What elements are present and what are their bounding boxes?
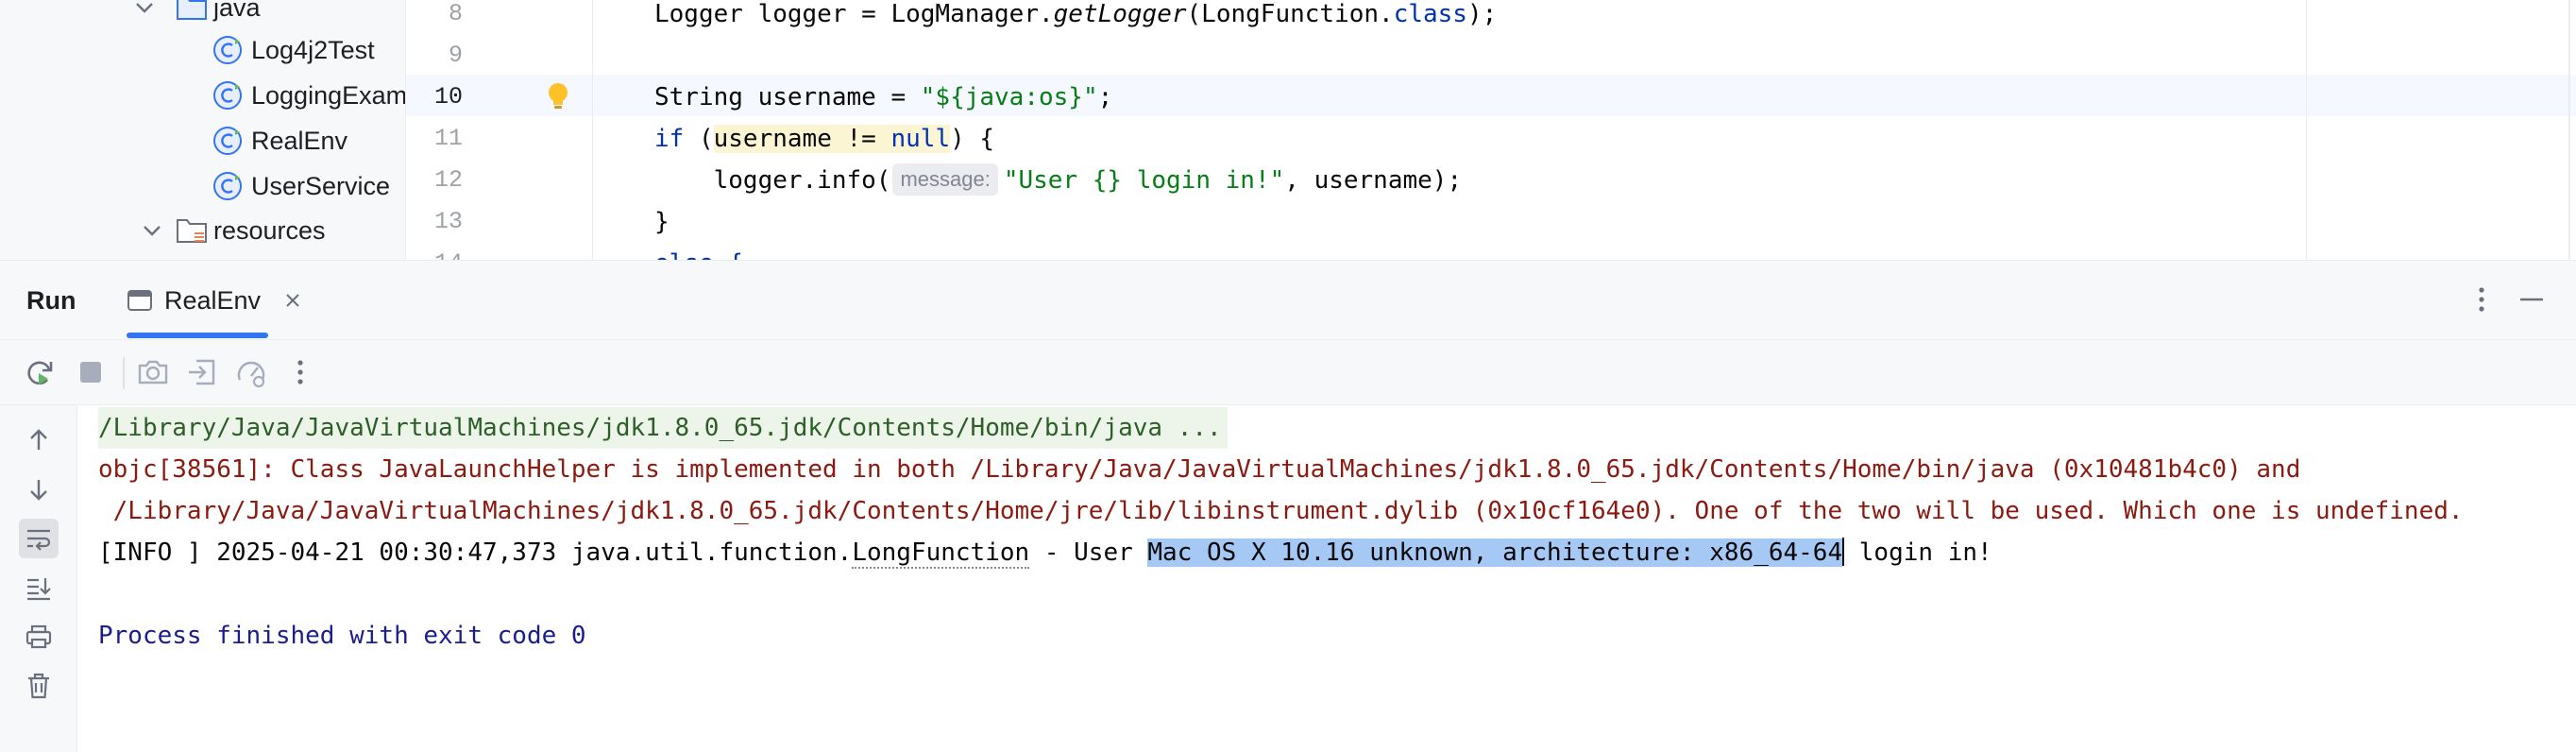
java-class-icon — [212, 79, 244, 111]
tree-item-label: LoggingExamp — [251, 80, 406, 110]
code-line-12: logger.info(message: "User {} login in!",… — [654, 160, 1462, 201]
minimize-icon[interactable] — [2516, 283, 2548, 316]
stop-icon[interactable] — [72, 353, 110, 391]
line-number: 10 — [433, 83, 463, 111]
arrow-down-icon[interactable] — [19, 470, 59, 509]
line-number: 12 — [433, 166, 463, 194]
gutter-separator — [592, 0, 593, 260]
source-folder-icon — [176, 0, 208, 21]
console-command-line[interactable]: /Library/Java/JavaVirtualMachines/jdk1.8… — [98, 407, 1228, 449]
chevron-down-icon[interactable] — [130, 0, 159, 22]
more-actions-icon[interactable] — [281, 353, 319, 391]
tree-folder-label: resources — [213, 215, 326, 245]
run-tab-label: RealEnv — [164, 285, 262, 315]
editor-scrollbar-track[interactable] — [2568, 0, 2570, 260]
more-options-icon[interactable] — [2466, 283, 2497, 316]
profiler-gauge-icon[interactable] — [232, 353, 270, 391]
tree-item-label: RealEnv — [251, 126, 348, 155]
intention-bulb-icon[interactable] — [546, 81, 570, 111]
line-number: 13 — [433, 208, 463, 235]
camera-icon[interactable] — [134, 353, 172, 391]
tree-item-class[interactable]: UserService — [212, 165, 390, 207]
active-tab-indicator — [127, 333, 268, 338]
code-line-13: } — [654, 208, 669, 236]
line-number: 8 — [448, 0, 463, 27]
tree-item-class[interactable]: Log4j2Test — [212, 29, 375, 71]
project-tree: java Log4j2Test LoggingExamp RealEnv Use… — [0, 0, 406, 260]
console-exit-line: Process finished with exit code 0 — [98, 622, 586, 650]
console-error-line: /Library/Java/JavaVirtualMachines/jdk1.8… — [98, 497, 2464, 525]
import-icon[interactable] — [183, 353, 221, 391]
tree-folder-label: java — [213, 0, 261, 22]
close-icon[interactable] — [281, 289, 304, 312]
run-tool-window-title: Run — [26, 286, 76, 315]
tree-folder-resources[interactable]: resources — [132, 210, 326, 251]
run-toolbar — [0, 339, 2576, 405]
java-class-icon — [212, 125, 244, 157]
java-class-icon — [212, 170, 244, 202]
console-output[interactable]: /Library/Java/JavaVirtualMachines/jdk1.8… — [77, 405, 2576, 752]
arrow-up-icon[interactable] — [19, 420, 59, 460]
soft-wrap-icon[interactable] — [19, 519, 59, 558]
tree-item-class[interactable]: LoggingExamp — [212, 75, 406, 116]
chevron-down-icon[interactable] — [138, 216, 166, 245]
print-icon[interactable] — [19, 617, 59, 657]
code-line-11: if (username != null) { — [654, 125, 995, 153]
line-number: 9 — [448, 42, 463, 69]
run-tool-window-header: Run RealEnv — [0, 260, 2576, 339]
console-error-line: objc[38561]: Class JavaLaunchHelper is i… — [98, 455, 2301, 484]
code-line-14: else { — [654, 243, 743, 260]
tree-item-class[interactable]: RealEnv — [212, 120, 347, 162]
console-side-toolbar — [0, 405, 77, 752]
scroll-to-end-icon[interactable] — [19, 568, 59, 607]
code-line-10: String username = "${java:os}"; — [654, 83, 1113, 111]
run-tab-realenv[interactable]: RealEnv — [127, 261, 330, 340]
text-selection[interactable]: Mac OS X 10.16 unknown, architecture: x8… — [1147, 538, 1843, 567]
right-margin-guide — [2306, 0, 2307, 260]
resources-folder-icon — [176, 217, 208, 244]
line-number: 14 — [406, 243, 463, 260]
parameter-hint: message: — [892, 163, 998, 196]
code-editor[interactable]: 8 9 10 11 12 13 14 Logger logger = LogMa… — [406, 0, 2576, 260]
code-line-8: Logger logger = LogManager.getLogger(Lon… — [654, 0, 1498, 28]
console-info-line: [INFO ] 2025-04-21 00:30:47,373 java.uti… — [98, 538, 1992, 569]
line-number: 11 — [433, 125, 463, 152]
trash-icon[interactable] — [19, 666, 59, 706]
java-class-icon — [212, 34, 244, 66]
rerun-icon[interactable] — [21, 353, 59, 391]
run-configuration-icon — [127, 289, 153, 312]
toolbar-separator — [123, 357, 125, 389]
tree-folder-java[interactable]: java — [132, 0, 261, 28]
tree-item-label: Log4j2Test — [251, 35, 375, 64]
tree-item-label: UserService — [251, 171, 391, 200]
